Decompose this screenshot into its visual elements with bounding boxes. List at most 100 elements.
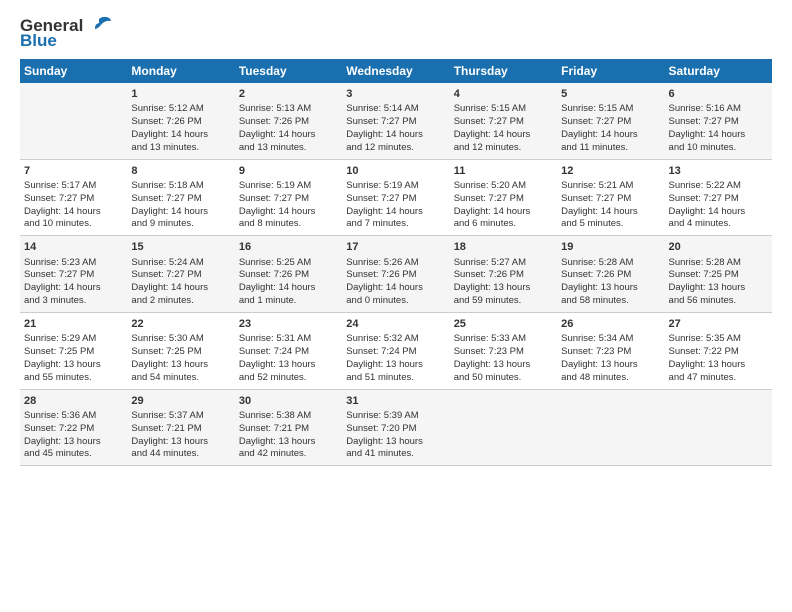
day-number: 7 (24, 164, 123, 179)
day-info: Daylight: 13 hours (239, 436, 338, 449)
day-number: 20 (669, 240, 768, 255)
day-info: Daylight: 14 hours (669, 129, 768, 142)
day-info: Daylight: 13 hours (346, 359, 445, 372)
day-info: Daylight: 13 hours (131, 436, 230, 449)
day-number: 23 (239, 317, 338, 332)
day-info: and 5 minutes. (561, 218, 660, 231)
day-cell: 18Sunrise: 5:27 AMSunset: 7:26 PMDayligh… (450, 236, 557, 313)
day-info: and 13 minutes. (131, 142, 230, 155)
header: General Blue (20, 15, 772, 51)
day-info: Sunrise: 5:32 AM (346, 333, 445, 346)
day-number: 8 (131, 164, 230, 179)
day-cell: 21Sunrise: 5:29 AMSunset: 7:25 PMDayligh… (20, 312, 127, 389)
day-info: Sunset: 7:21 PM (239, 423, 338, 436)
day-info: Sunrise: 5:27 AM (454, 257, 553, 270)
logo-blue: Blue (20, 31, 57, 51)
day-info: Sunrise: 5:28 AM (561, 257, 660, 270)
day-number: 26 (561, 317, 660, 332)
day-number: 24 (346, 317, 445, 332)
day-number: 13 (669, 164, 768, 179)
page-container: General Blue SundayMondayTuesdayWednesda… (0, 0, 792, 476)
day-info: Sunset: 7:27 PM (346, 193, 445, 206)
day-cell (450, 389, 557, 466)
week-row-1: 1Sunrise: 5:12 AMSunset: 7:26 PMDaylight… (20, 83, 772, 159)
day-info: Daylight: 14 hours (454, 129, 553, 142)
day-info: Sunset: 7:26 PM (239, 269, 338, 282)
day-info: Sunset: 7:27 PM (24, 193, 123, 206)
logo-bird-icon (85, 15, 113, 37)
header-cell-friday: Friday (557, 59, 664, 83)
day-cell: 3Sunrise: 5:14 AMSunset: 7:27 PMDaylight… (342, 83, 449, 159)
day-info: Daylight: 14 hours (346, 206, 445, 219)
day-cell: 29Sunrise: 5:37 AMSunset: 7:21 PMDayligh… (127, 389, 234, 466)
day-info: Sunrise: 5:24 AM (131, 257, 230, 270)
day-info: Sunset: 7:26 PM (239, 116, 338, 129)
day-number: 21 (24, 317, 123, 332)
day-info: Sunset: 7:25 PM (131, 346, 230, 359)
day-info: Sunset: 7:27 PM (561, 116, 660, 129)
day-info: Sunset: 7:27 PM (346, 116, 445, 129)
day-number: 6 (669, 87, 768, 102)
day-info: Sunset: 7:22 PM (24, 423, 123, 436)
header-cell-sunday: Sunday (20, 59, 127, 83)
day-number: 4 (454, 87, 553, 102)
day-cell: 5Sunrise: 5:15 AMSunset: 7:27 PMDaylight… (557, 83, 664, 159)
day-info: Sunrise: 5:26 AM (346, 257, 445, 270)
day-info: Daylight: 13 hours (669, 359, 768, 372)
day-info: and 4 minutes. (669, 218, 768, 231)
day-info: Daylight: 14 hours (131, 206, 230, 219)
day-info: Sunset: 7:26 PM (561, 269, 660, 282)
day-info: and 41 minutes. (346, 448, 445, 461)
day-number: 31 (346, 394, 445, 409)
day-info: Sunset: 7:23 PM (561, 346, 660, 359)
day-info: Daylight: 14 hours (561, 129, 660, 142)
day-number: 17 (346, 240, 445, 255)
day-cell: 6Sunrise: 5:16 AMSunset: 7:27 PMDaylight… (665, 83, 772, 159)
day-number: 12 (561, 164, 660, 179)
day-info: and 8 minutes. (239, 218, 338, 231)
day-info: Sunrise: 5:33 AM (454, 333, 553, 346)
day-info: Daylight: 13 hours (454, 282, 553, 295)
day-info: Sunset: 7:26 PM (131, 116, 230, 129)
day-info: and 59 minutes. (454, 295, 553, 308)
day-cell: 2Sunrise: 5:13 AMSunset: 7:26 PMDaylight… (235, 83, 342, 159)
day-info: and 52 minutes. (239, 372, 338, 385)
day-info: and 6 minutes. (454, 218, 553, 231)
day-info: Sunrise: 5:23 AM (24, 257, 123, 270)
day-info: Sunrise: 5:21 AM (561, 180, 660, 193)
day-number: 18 (454, 240, 553, 255)
day-info: Daylight: 13 hours (561, 282, 660, 295)
day-info: Sunrise: 5:19 AM (239, 180, 338, 193)
day-cell: 22Sunrise: 5:30 AMSunset: 7:25 PMDayligh… (127, 312, 234, 389)
day-info: Sunrise: 5:30 AM (131, 333, 230, 346)
day-info: Sunrise: 5:13 AM (239, 103, 338, 116)
day-cell: 9Sunrise: 5:19 AMSunset: 7:27 PMDaylight… (235, 159, 342, 236)
day-info: and 10 minutes. (669, 142, 768, 155)
week-row-4: 21Sunrise: 5:29 AMSunset: 7:25 PMDayligh… (20, 312, 772, 389)
day-cell (20, 83, 127, 159)
day-info: Sunset: 7:27 PM (561, 193, 660, 206)
day-info: Sunrise: 5:38 AM (239, 410, 338, 423)
day-info: and 45 minutes. (24, 448, 123, 461)
day-info: Daylight: 14 hours (346, 282, 445, 295)
day-info: Daylight: 14 hours (131, 282, 230, 295)
day-info: Sunset: 7:27 PM (131, 269, 230, 282)
day-info: Sunrise: 5:34 AM (561, 333, 660, 346)
day-info: and 13 minutes. (239, 142, 338, 155)
header-cell-monday: Monday (127, 59, 234, 83)
day-cell: 25Sunrise: 5:33 AMSunset: 7:23 PMDayligh… (450, 312, 557, 389)
day-info: Sunset: 7:24 PM (346, 346, 445, 359)
day-info: and 48 minutes. (561, 372, 660, 385)
day-cell: 4Sunrise: 5:15 AMSunset: 7:27 PMDaylight… (450, 83, 557, 159)
header-cell-tuesday: Tuesday (235, 59, 342, 83)
day-info: and 56 minutes. (669, 295, 768, 308)
week-row-3: 14Sunrise: 5:23 AMSunset: 7:27 PMDayligh… (20, 236, 772, 313)
day-cell: 14Sunrise: 5:23 AMSunset: 7:27 PMDayligh… (20, 236, 127, 313)
day-info: Sunrise: 5:25 AM (239, 257, 338, 270)
day-info: Sunrise: 5:15 AM (454, 103, 553, 116)
day-info: Daylight: 13 hours (24, 436, 123, 449)
day-cell: 20Sunrise: 5:28 AMSunset: 7:25 PMDayligh… (665, 236, 772, 313)
day-info: Sunrise: 5:36 AM (24, 410, 123, 423)
day-number: 9 (239, 164, 338, 179)
day-info: Sunrise: 5:35 AM (669, 333, 768, 346)
